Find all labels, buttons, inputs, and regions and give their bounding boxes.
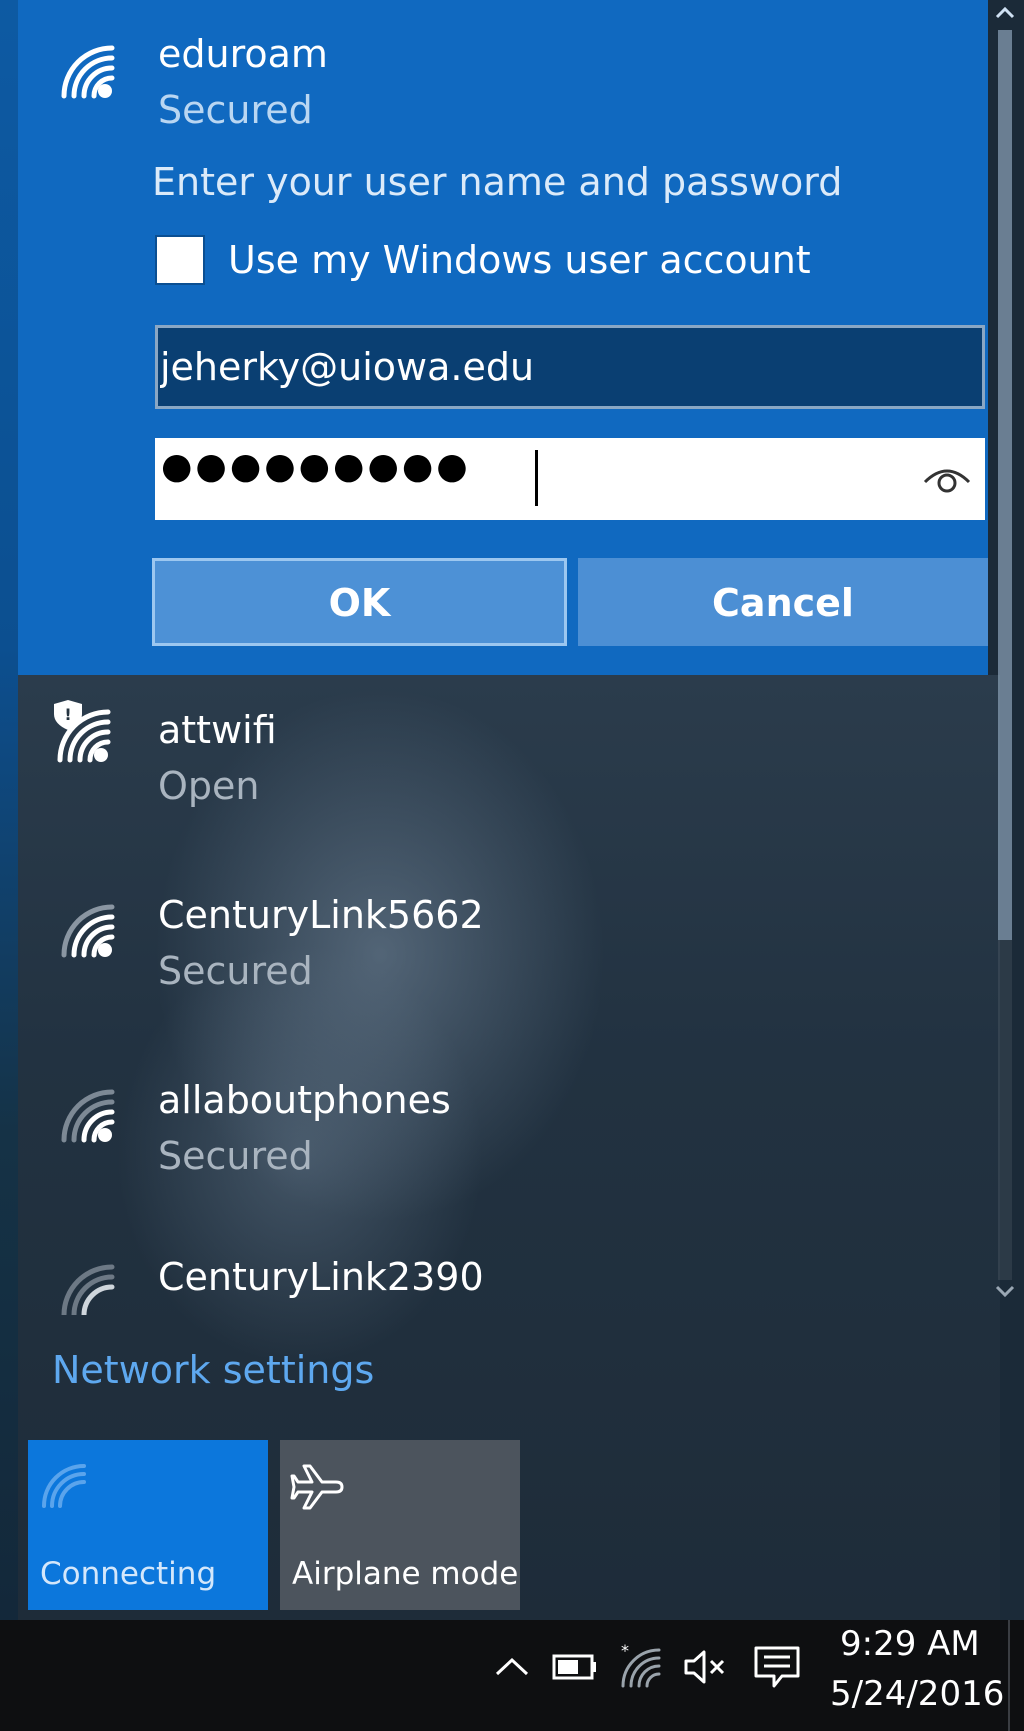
- network-name: eduroam: [158, 32, 328, 76]
- network-settings-link[interactable]: Network settings: [52, 1348, 374, 1392]
- network-status: Secured: [158, 1134, 313, 1178]
- username-input[interactable]: [155, 325, 985, 409]
- password-mask: ●●●●●●●●●: [161, 446, 471, 487]
- scroll-down-icon[interactable]: [992, 1280, 1018, 1302]
- network-item-centurylink5662[interactable]: CenturyLink5662 Secured: [18, 875, 978, 1055]
- volume-muted-icon[interactable]: [680, 1642, 730, 1692]
- svg-text:!: !: [64, 705, 71, 724]
- reveal-password-icon[interactable]: [921, 456, 973, 500]
- show-desktop-button[interactable]: [1008, 1620, 1010, 1731]
- airplane-icon: [290, 1464, 344, 1510]
- network-name: attwifi: [158, 708, 277, 752]
- taskbar: * 9:29 AM 5/24/2016: [0, 1620, 1024, 1731]
- wifi-icon: [61, 1089, 115, 1143]
- network-name: allaboutphones: [158, 1078, 451, 1122]
- scroll-thumb[interactable]: [998, 30, 1012, 940]
- network-name: CenturyLink2390: [158, 1255, 484, 1299]
- scroll-up-icon[interactable]: [992, 2, 1018, 24]
- network-status: Open: [158, 764, 260, 808]
- wifi-icon: [61, 45, 115, 99]
- desktop-strip: [0, 0, 18, 1620]
- action-center-icon[interactable]: [752, 1642, 802, 1692]
- wifi-icon: [42, 1464, 86, 1508]
- battery-icon[interactable]: [550, 1642, 600, 1692]
- chevron-up-icon[interactable]: [487, 1642, 537, 1692]
- use-windows-account-checkbox[interactable]: [155, 235, 205, 285]
- quick-action-label: Connecting: [40, 1556, 217, 1592]
- network-item-allaboutphones[interactable]: allaboutphones Secured: [18, 1060, 978, 1240]
- svg-text:*: *: [621, 1642, 629, 1660]
- wifi-quick-action[interactable]: Connecting: [28, 1440, 268, 1610]
- clock-date[interactable]: 5/24/2016: [830, 1674, 1004, 1714]
- network-status: Secured: [158, 949, 313, 993]
- network-item-attwifi[interactable]: ! attwifi Open: [18, 690, 978, 870]
- wifi-shield-icon: !: [54, 700, 111, 763]
- clock-time[interactable]: 9:29 AM: [840, 1624, 980, 1664]
- credentials-prompt: Enter your user name and password: [152, 160, 843, 204]
- network-name: CenturyLink5662: [158, 893, 484, 937]
- network-status: Secured: [158, 88, 313, 132]
- wifi-icon: [61, 1264, 115, 1315]
- password-input[interactable]: ●●●●●●●●●: [155, 438, 985, 520]
- cancel-button[interactable]: Cancel: [578, 558, 988, 646]
- quick-action-label: Airplane mode: [292, 1556, 519, 1592]
- airplane-mode-quick-action[interactable]: Airplane mode: [280, 1440, 520, 1610]
- text-caret: [535, 450, 538, 506]
- wifi-icon[interactable]: *: [615, 1642, 665, 1692]
- network-item-centurylink2390[interactable]: CenturyLink2390: [18, 1245, 978, 1315]
- network-list-scrollbar[interactable]: [990, 0, 1018, 1310]
- wifi-icon: [61, 904, 115, 958]
- use-windows-account-label: Use my Windows user account: [228, 238, 811, 282]
- ok-button[interactable]: OK: [152, 558, 567, 646]
